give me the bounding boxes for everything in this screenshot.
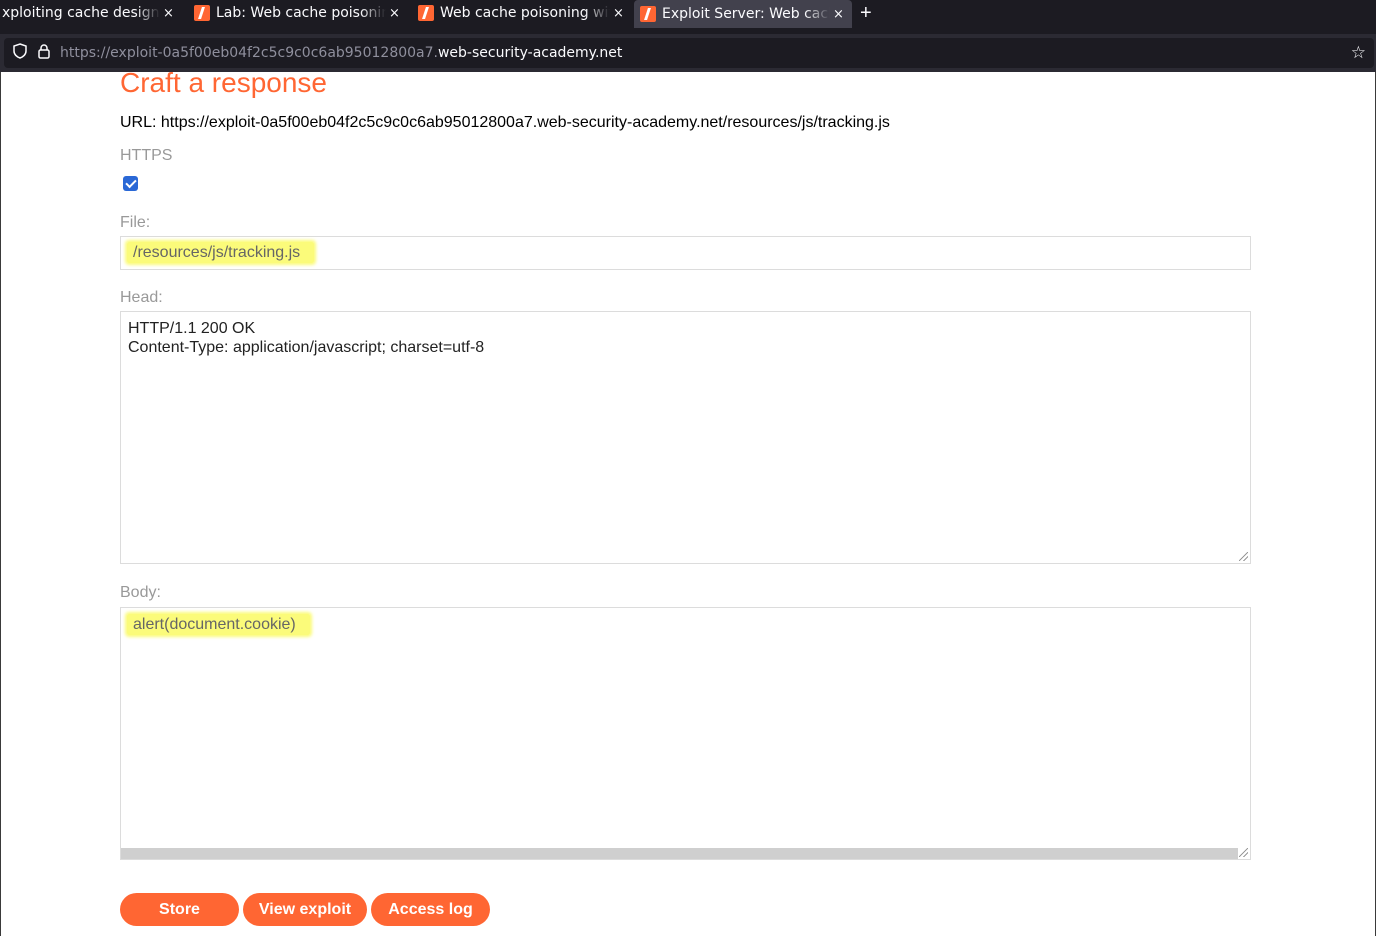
file-value: /resources/js/tracking.js <box>127 242 315 263</box>
url-text[interactable]: https://exploit-0a5f00eb04f2c5c9c0c6ab95… <box>60 45 622 61</box>
view-exploit-button[interactable]: View exploit <box>243 893 367 926</box>
bookmark-star-icon[interactable]: ☆ <box>1351 43 1366 63</box>
file-input[interactable]: /resources/js/tracking.js <box>120 236 1251 270</box>
https-checkbox[interactable] <box>123 176 138 191</box>
tab-exploiting-cache-design[interactable]: xploiting cache design fl × <box>0 0 188 26</box>
body-label: Body: <box>120 584 161 601</box>
tab-title: Lab: Web cache poisoning <box>216 5 386 21</box>
tab-title: Web cache poisoning wit <box>440 5 610 21</box>
url-host: web-security-academy.net <box>437 45 623 61</box>
resize-handle[interactable] <box>1239 848 1248 857</box>
horizontal-scrollbar[interactable] <box>121 848 1238 859</box>
body-value: alert(document.cookie) <box>127 614 310 635</box>
tab-lab-web-cache-poisoning[interactable]: Lab: Web cache poisoning × <box>188 0 412 26</box>
tab-favicon <box>418 5 434 21</box>
head-textarea[interactable]: HTTP/1.1 200 OK Content-Type: applicatio… <box>120 311 1251 564</box>
tab-favicon <box>194 5 210 21</box>
shield-icon[interactable] <box>10 43 30 63</box>
close-icon[interactable]: × <box>163 6 174 21</box>
exploit-url: URL: https://exploit-0a5f00eb04f2c5c9c0c… <box>120 114 890 131</box>
tab-web-cache-poisoning-with[interactable]: Web cache poisoning wit × <box>412 0 634 26</box>
tab-title: xploiting cache design fl <box>2 5 160 21</box>
new-tab-button[interactable]: + <box>852 0 880 26</box>
page-title: Craft a response <box>120 67 327 98</box>
resize-handle[interactable] <box>1239 552 1248 561</box>
tab-bar: xploiting cache design fl × Lab: Web cac… <box>0 0 1376 34</box>
tab-title: Exploit Server: Web cache <box>662 6 830 22</box>
head-line: HTTP/1.1 200 OK <box>128 320 256 337</box>
body-textarea[interactable]: alert(document.cookie) <box>120 607 1251 860</box>
tab-favicon <box>640 6 656 22</box>
close-icon[interactable]: × <box>833 7 844 22</box>
head-label: Head: <box>120 289 163 306</box>
store-button[interactable]: Store <box>120 893 239 926</box>
head-line: Content-Type: application/javascript; ch… <box>128 339 485 356</box>
url-prefix: https://exploit-0a5f00eb04f2c5c9c0c6ab95… <box>60 45 438 61</box>
close-icon[interactable]: × <box>613 6 624 21</box>
tab-exploit-server[interactable]: Exploit Server: Web cache × <box>634 0 852 28</box>
access-log-button[interactable]: Access log <box>371 893 490 926</box>
close-icon[interactable]: × <box>389 6 400 21</box>
file-label: File: <box>120 214 151 231</box>
craft-response-form: Craft a response URL: https://exploit-0a… <box>120 66 1251 860</box>
address-bar[interactable]: https://exploit-0a5f00eb04f2c5c9c0c6ab95… <box>4 38 1374 68</box>
lock-icon[interactable] <box>34 43 54 63</box>
https-label: HTTPS <box>120 147 173 164</box>
